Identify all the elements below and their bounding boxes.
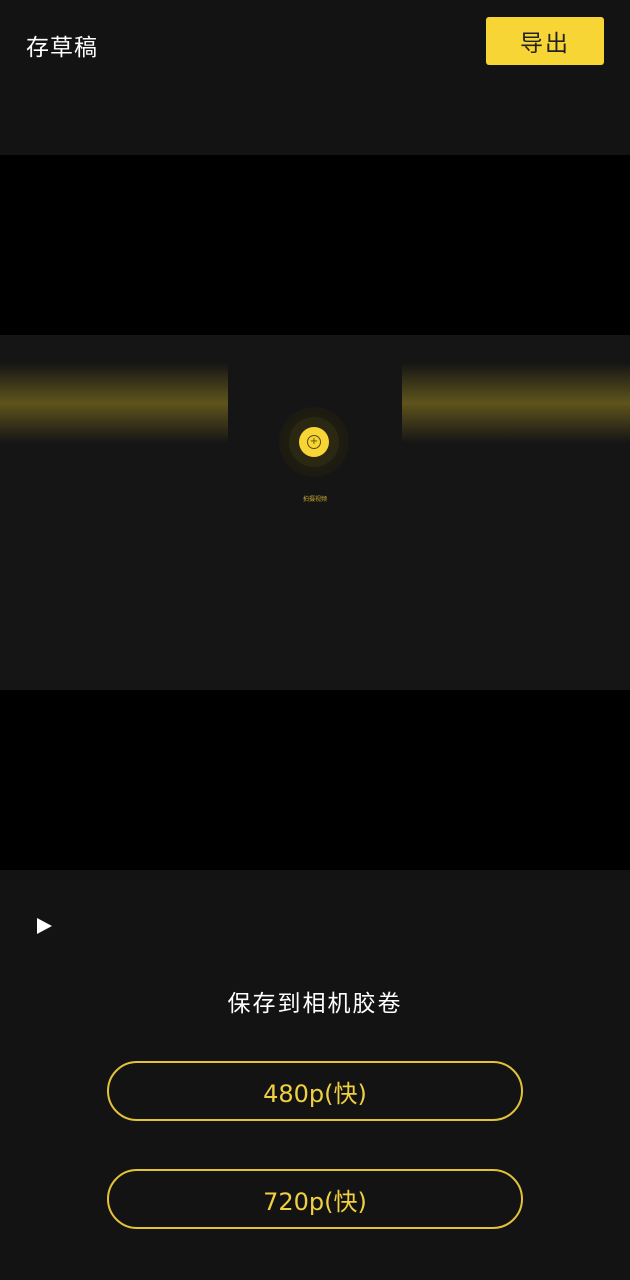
record-button-ring: + (289, 417, 339, 467)
play-icon (37, 918, 52, 934)
save-to-camera-roll-title: 保存到相机胶卷 (227, 991, 403, 1017)
preview-glow-right (402, 363, 630, 443)
preview-glow-left (0, 363, 228, 443)
record-button[interactable]: + (279, 407, 349, 477)
preview-caption: 拍摄视频 (302, 496, 327, 503)
plus-icon: + (307, 435, 321, 449)
letterbox-top (0, 155, 630, 335)
export-480p-button[interactable]: 480p(快) (107, 1061, 523, 1121)
letterbox-bottom (0, 690, 630, 870)
play-button[interactable] (32, 914, 56, 938)
top-bar: 存草稿 导出 (0, 0, 630, 155)
video-preview[interactable]: + 拍摄视频 (0, 335, 630, 690)
save-draft-button[interactable]: 存草稿 (26, 28, 98, 62)
export-720p-button[interactable]: 720p(快) (107, 1169, 523, 1229)
export-button[interactable]: 导出 (486, 17, 604, 65)
preview-inner-screen (228, 335, 402, 690)
record-button-core: + (299, 427, 329, 457)
